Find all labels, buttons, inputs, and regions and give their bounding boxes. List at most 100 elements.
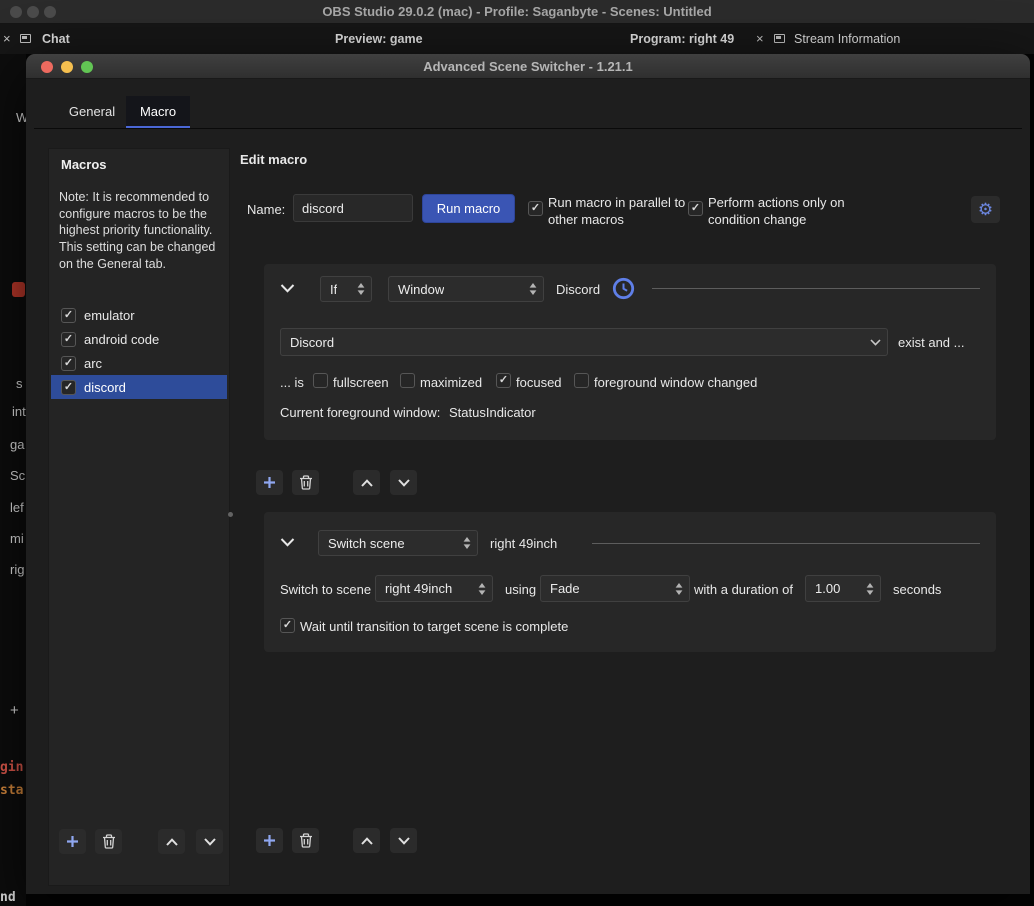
condition-group: If Window Discord Discord exist and ... … xyxy=(264,264,996,440)
condition-duration-clock-button[interactable] xyxy=(610,275,636,301)
chevron-down-icon xyxy=(397,836,410,845)
condition-collapse-button[interactable] xyxy=(274,276,300,300)
run-macro-button[interactable]: Run macro xyxy=(422,194,515,223)
dialog-titlebar[interactable]: Advanced Scene Switcher - 1.21.1 xyxy=(26,54,1030,79)
is-label: ... is xyxy=(280,375,304,390)
switch-to-scene-label: Switch to scene xyxy=(280,582,372,597)
macros-note-line1: Note: It is recommended to configure mac… xyxy=(59,190,213,238)
condition-change-checkbox[interactable]: ✓ xyxy=(688,201,703,216)
macros-panel: Macros Note: It is recommended to config… xyxy=(48,148,230,886)
add-condition-button[interactable] xyxy=(256,470,283,495)
splitter-handle[interactable] xyxy=(228,512,233,517)
maximized-checkbox[interactable] xyxy=(400,373,415,388)
scene-select[interactable]: right 49inch xyxy=(375,575,493,602)
exist-and-label: exist and ... xyxy=(898,335,965,350)
macro-move-down-button[interactable] xyxy=(196,829,223,854)
fullscreen-checkbox[interactable] xyxy=(313,373,328,388)
bg-scene-fragment: rig xyxy=(10,562,25,577)
select-arrows-icon xyxy=(529,283,537,295)
advanced-scene-switcher-window: Advanced Scene Switcher - 1.21.1 General… xyxy=(26,54,1030,894)
condition-type-select[interactable]: Window xyxy=(388,276,544,302)
chat-dock-close-icon[interactable]: × xyxy=(3,31,11,46)
chat-dock-title: Chat xyxy=(42,32,70,46)
select-arrows-icon xyxy=(357,283,365,295)
remove-condition-button[interactable] xyxy=(292,470,319,495)
macro-label: android code xyxy=(84,331,160,347)
chevron-down-icon xyxy=(280,537,294,547)
chevron-down-icon xyxy=(280,283,294,293)
maximized-label: maximized xyxy=(420,375,483,390)
macro-label: discord xyxy=(84,379,126,395)
chevron-down-icon xyxy=(870,338,881,346)
action-group: Switch scene right 49inch Switch to scen… xyxy=(264,512,996,652)
dialog-title: Advanced Scene Switcher - 1.21.1 xyxy=(423,59,633,74)
stream-info-dock-close-icon[interactable]: × xyxy=(756,31,764,46)
bg-scene-fragment: lef xyxy=(10,500,24,515)
wait-transition-label: Wait until transition to target scene is… xyxy=(300,619,569,634)
bg-add-fragment: + xyxy=(10,702,19,719)
condition-move-down-button[interactable] xyxy=(390,470,417,495)
chat-dock-popout-icon[interactable] xyxy=(20,34,31,43)
macro-label: emulator xyxy=(84,307,135,323)
macro-list-item-selected[interactable]: ✓ discord xyxy=(51,375,227,399)
fullscreen-label: fullscreen xyxy=(333,375,389,390)
action-type-select[interactable]: Switch scene xyxy=(318,530,478,556)
macro-list-item[interactable]: ✓ arc xyxy=(51,351,227,375)
macros-panel-title: Macros xyxy=(61,157,107,172)
duration-spinbox[interactable]: 1.00 xyxy=(805,575,881,602)
action-move-up-button[interactable] xyxy=(353,828,380,853)
wait-transition-checkbox[interactable]: ✓ xyxy=(280,618,295,633)
tab-general[interactable]: General xyxy=(60,96,124,128)
macro-list-item[interactable]: ✓ android code xyxy=(51,327,227,351)
chevron-up-icon xyxy=(360,478,373,487)
macro-list-item[interactable]: ✓ emulator xyxy=(51,303,227,327)
macro-checkbox[interactable]: ✓ xyxy=(61,307,76,323)
remove-action-button[interactable] xyxy=(292,828,319,853)
program-dock-title: Program: right 49 xyxy=(630,32,735,46)
chevron-up-icon xyxy=(165,837,178,846)
clock-icon xyxy=(612,277,634,299)
focused-checkbox[interactable]: ✓ xyxy=(496,373,511,388)
focused-label: focused xyxy=(516,375,562,390)
tab-divider xyxy=(34,128,1022,129)
action-collapse-button[interactable] xyxy=(274,530,300,554)
spinbox-arrows-icon[interactable] xyxy=(866,582,874,595)
stream-info-dock-popout-icon[interactable] xyxy=(774,34,785,43)
plus-icon xyxy=(67,836,78,847)
condition-move-up-button[interactable] xyxy=(353,470,380,495)
transition-select[interactable]: Fade xyxy=(540,575,690,602)
obs-dock-titlebar-row: × Chat Preview: game Program: right 49 ×… xyxy=(0,24,1034,54)
condition-logic-select[interactable]: If xyxy=(320,276,372,302)
macro-move-up-button[interactable] xyxy=(158,829,185,854)
macro-checkbox[interactable]: ✓ xyxy=(61,331,76,347)
macro-name-input[interactable] xyxy=(293,194,413,222)
action-move-down-button[interactable] xyxy=(390,828,417,853)
foreground-changed-checkbox[interactable] xyxy=(574,373,589,388)
plus-icon xyxy=(264,835,275,846)
preview-dock-title: Preview: game xyxy=(335,32,423,46)
bg-scene-fragment: int xyxy=(12,404,26,419)
foreground-changed-label: foreground window changed xyxy=(594,375,758,390)
bg-scene-fragment: ga xyxy=(10,437,25,452)
trash-icon xyxy=(299,833,312,848)
stream-info-dock-title: Stream Information xyxy=(794,32,901,46)
bg-terminal-fragment: gin xyxy=(0,760,24,775)
bg-scene-fragment: Sc xyxy=(10,468,26,483)
macro-settings-button[interactable]: ⚙ xyxy=(971,196,1000,223)
plus-icon xyxy=(264,477,275,488)
macro-checkbox[interactable]: ✓ xyxy=(61,355,76,371)
current-window-value: StatusIndicator xyxy=(449,405,536,420)
remove-macro-button[interactable] xyxy=(95,829,122,854)
action-header-divider xyxy=(592,543,980,544)
bg-scene-fragment: mi xyxy=(10,531,24,546)
window-title-combobox[interactable]: Discord xyxy=(280,328,888,356)
duration-label: with a duration of xyxy=(694,582,794,597)
select-arrows-icon xyxy=(675,582,683,595)
add-action-button[interactable] xyxy=(256,828,283,853)
macro-checkbox[interactable]: ✓ xyxy=(61,379,76,395)
chevron-up-icon xyxy=(360,836,373,845)
run-parallel-checkbox[interactable]: ✓ xyxy=(528,201,543,216)
bg-fragment: s xyxy=(16,376,23,391)
tab-macro[interactable]: Macro xyxy=(126,96,190,128)
add-macro-button[interactable] xyxy=(59,829,86,854)
